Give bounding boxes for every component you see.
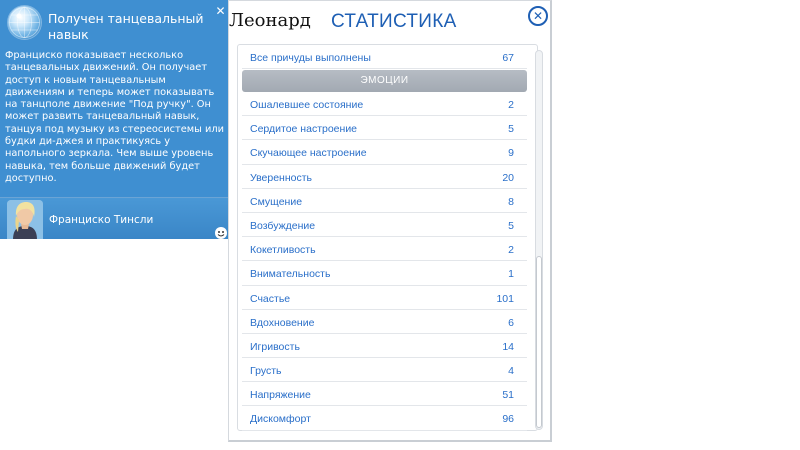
stat-label: Счастье [250,292,291,305]
list-item: Напряжение 51 [242,382,527,407]
notification-body: Франциско показывает несколько танцеваль… [5,50,224,184]
notification-card: ✕ Получен танцевальный навык Франциско п… [0,0,231,239]
statistics-list-frame: Все причуды выполнены 67 ЭМОЦИИ Ошалевше… [237,44,543,431]
category-header-emotions: ЭМОЦИИ [242,70,527,92]
stat-label: Все причуды выполнены [250,52,371,64]
list-item: Грусть 4 [242,358,527,383]
list-item: Возбуждение 5 [242,213,527,238]
statistics-window: Леонард СТАТИСТИКА ✕ Все причуды выполне… [228,0,552,442]
list-item: Дискомфорт 96 [242,406,527,431]
list-item: Кокетливость 2 [242,237,527,262]
stat-value: 8 [508,195,514,208]
list-item: Скучающее настроение 9 [242,140,527,165]
stat-value: 67 [502,52,514,64]
stat-value: 5 [508,123,514,136]
sim-name-heading: Леонард [229,10,311,31]
list-item: Сердитое настроение 5 [242,116,527,141]
stat-value: 9 [508,147,514,160]
stat-value: 4 [508,365,514,378]
stat-value: 1 [508,268,514,281]
stat-label: Игривость [250,340,300,353]
close-icon[interactable]: ✕ [214,5,227,18]
stat-label: Грусть [250,365,282,378]
sim-name: Франциско Тинсли [49,214,154,226]
scrollbar-thumb[interactable] [536,256,542,428]
disco-ball-icon [8,6,41,39]
list-item: Уверенность 20 [242,165,527,189]
list-item: Ошалевшее состояние 2 [242,92,527,117]
stat-value: 20 [502,171,514,184]
stat-label: Дискомфорт [250,413,311,426]
stat-value: 5 [508,219,514,232]
scrollbar-track[interactable] [535,50,543,430]
stat-label: Внимательность [250,268,331,281]
stat-label: Скучающее настроение [250,147,367,160]
stat-label: Сердитое настроение [250,123,358,136]
statistics-list: Все причуды выполнены 67 ЭМОЦИИ Ошалевше… [242,45,527,431]
window-title: СТАТИСТИКА [331,11,457,32]
notification-title: Получен танцевальный навык [48,11,204,42]
stat-value: 96 [502,413,514,426]
stat-label: Вдохновение [250,316,315,329]
list-item: Вдохновение 6 [242,310,527,334]
close-button[interactable]: ✕ [528,6,548,26]
notification-footer: Франциско Тинсли [0,197,231,239]
happy-mood-icon [214,224,228,239]
stat-value: 2 [508,244,514,257]
stat-value: 101 [496,292,514,305]
stat-value: 2 [508,99,514,111]
list-item: Смущение 8 [242,189,527,213]
sim-avatar[interactable] [7,200,43,239]
list-item: Внимательность 1 [242,261,527,286]
stat-label: Кокетливость [250,244,316,257]
stat-value: 51 [502,389,514,402]
stat-value: 6 [508,316,514,329]
stat-label: Напряжение [250,389,311,402]
stat-label: Ошалевшее состояние [250,99,364,111]
stat-value: 14 [502,340,514,353]
list-item: Игривость 14 [242,334,527,359]
stat-label: Возбуждение [250,219,316,232]
stat-label: Уверенность [250,171,313,184]
list-item: Все причуды выполнены 67 [242,45,527,69]
stat-label: Смущение [250,195,303,208]
list-item: Счастье 101 [242,286,527,310]
